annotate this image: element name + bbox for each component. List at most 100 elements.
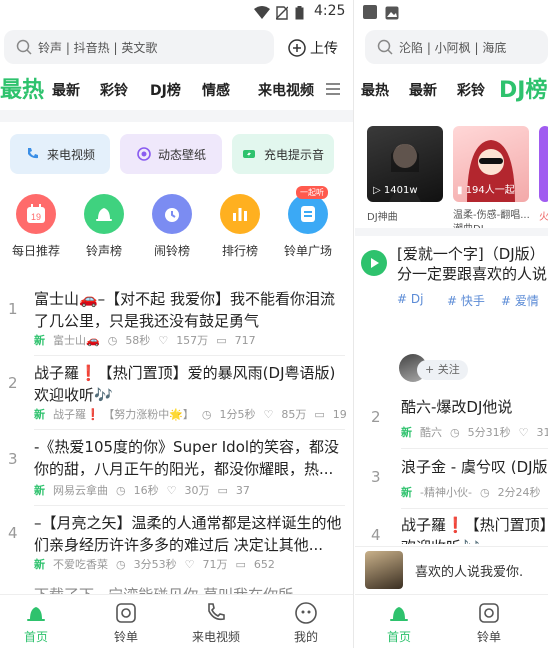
dj-chart-screen: 沦陷 | 小阿枫 | 海底 最热 最新 彩铃 DJ榜 ▷ 1401w DJ神曲 … <box>355 0 548 648</box>
song-title: 浪子金 - 虞兮叹 (DJ版 <box>401 458 548 476</box>
song-author: 战子羅❗ 【努力涨粉中🌟】 <box>53 408 194 421</box>
playlist-cover[interactable]: ▮ 194人一起 <box>453 126 529 202</box>
search-icon <box>377 39 393 55</box>
nav-playlist[interactable]: 铃单 <box>459 601 519 645</box>
alarm-clock-icon <box>165 208 179 222</box>
song-row[interactable]: 1 富士山🚗–【对不起 我爱你】我不能看你泪流了几公里，只是我还没有鼓足勇气 新… <box>0 288 353 354</box>
nav-profile[interactable]: 我的 <box>276 601 336 645</box>
category-daily[interactable]: 19 每日推荐 <box>6 194 66 259</box>
thumb-up-icon: ♡ <box>518 425 529 439</box>
clock-icon: ◷ <box>479 485 490 499</box>
quick-charging-sound[interactable]: 充电提示音 <box>232 134 334 174</box>
song-meta: 新 网易云拿曲 ◷ 16秒 ♡ 30万 ▭ 37 <box>34 482 250 498</box>
hashtag[interactable]: # Dj <box>397 292 423 306</box>
song-row[interactable]: 3 -《热爱105度的你》Super Idol的笑容，都没你的甜，八月正午的阳光… <box>0 436 353 502</box>
comment-icon: ▭ <box>235 557 246 571</box>
play-count-value: 1401w <box>383 185 418 196</box>
song-title: 富士山🚗–【对不起 我爱你】我不能看你泪流了几公里，只是我还没有鼓足勇气 <box>34 290 335 330</box>
search-input[interactable]: 沦陷 | 小阿枫 | 海底 <box>365 30 548 64</box>
tab-new[interactable]: 最新 <box>409 80 437 100</box>
two-phone-screens: 4:25 铃声 | 抖音热 | 英文歌 上传 最热 最新 彩铃 DJ榜 情感 来… <box>0 0 548 648</box>
category-alarm-chart[interactable]: 闹铃榜 <box>142 194 202 259</box>
song-likes: 31万 <box>536 426 548 439</box>
upload-button[interactable]: 上传 <box>288 36 338 60</box>
quick-label: 来电视频 <box>46 147 95 162</box>
tab-ringback[interactable]: 彩铃 <box>100 80 128 100</box>
song-row[interactable]: 2 战子羅❗【热门置顶】爱的暴风雨(DJ粤语版)欢迎收听🎶 新 战子羅❗ 【努力… <box>0 362 353 428</box>
tab-hot[interactable]: 最热 <box>361 80 389 100</box>
hashtag[interactable]: # 爱情 <box>501 292 539 309</box>
song-comments: 652 <box>253 557 275 571</box>
now-playing-cover <box>365 551 403 589</box>
mini-player[interactable]: 喜欢的人说我爱你. <box>355 546 548 592</box>
featured-title[interactable]: [爱就一个字]（DJ版）分一定要跟喜欢的人说 <box>397 244 547 284</box>
category-badge: 一起听 <box>296 186 328 199</box>
thumb-up-icon: ♡ <box>166 483 177 497</box>
quick-label: 动态壁纸 <box>157 147 206 162</box>
section-divider <box>355 228 548 236</box>
song-author: 不爱吃香菜 <box>53 558 108 571</box>
song-duration: 1分5秒 <box>219 408 256 421</box>
comment-icon: ▭ <box>314 407 325 421</box>
song-meta: 新 酷六 ◷ 5分31秒 ♡ 31万 <box>401 424 548 440</box>
category-playlist-square[interactable]: 一起听 铃单广场 <box>278 186 338 259</box>
nav-label: 铃单 <box>113 630 138 644</box>
charging-icon <box>242 150 255 158</box>
category-ranking[interactable]: 排行榜 <box>210 194 270 259</box>
category-label: 每日推荐 <box>11 244 60 258</box>
song-rank: 3 <box>8 450 18 468</box>
search-placeholder: 铃声 | 抖音热 | 英文歌 <box>38 41 158 55</box>
new-tag: 新 <box>34 558 45 571</box>
battery-icon <box>295 5 309 20</box>
tab-dj[interactable]: DJ榜 <box>499 72 547 104</box>
follow-button[interactable]: + 关注 <box>417 360 468 380</box>
avatar-icon <box>295 602 317 624</box>
nav-label: 铃单 <box>476 630 501 644</box>
phone-icon <box>208 603 225 621</box>
cover-caption: 火 <box>539 212 548 223</box>
song-row[interactable]: 3 浪子金 - 虞兮叹 (DJ版 新 -精神小伙- ◷2分24秒 ♡1 <box>355 456 548 506</box>
plus-circle-icon <box>288 39 306 57</box>
row-divider <box>34 355 345 356</box>
nav-playlist[interactable]: 铃单 <box>96 601 156 645</box>
tab-dj[interactable]: DJ榜 <box>150 80 181 100</box>
nav-call-video[interactable]: 来电视频 <box>186 601 246 645</box>
listener-count-value: 194人一起 <box>465 185 515 196</box>
playlist-cover[interactable] <box>539 126 548 202</box>
play-button[interactable] <box>361 250 387 276</box>
tab-new[interactable]: 最新 <box>52 80 80 100</box>
category-ringtone-chart[interactable]: 铃声榜 <box>74 194 134 259</box>
row-divider <box>34 505 345 506</box>
playlist-icon <box>301 206 315 222</box>
song-row[interactable]: 2 酷六-爆改DJ他说 新 酷六 ◷ 5分31秒 ♡ 31万 <box>355 396 548 446</box>
tab-hot[interactable]: 最热 <box>0 72 44 104</box>
song-author: 富士山🚗 <box>53 334 100 347</box>
category-label: 排行榜 <box>221 244 258 258</box>
search-input[interactable]: 铃声 | 抖音热 | 英文歌 <box>4 30 274 64</box>
song-duration: 2分24秒 <box>497 486 541 499</box>
song-title: -《热爱105度的你》Super Idol的笑容，都没你的甜，八月正午的阳光，都… <box>34 438 340 478</box>
nav-home[interactable]: 首页 <box>369 601 429 645</box>
tab-call-video[interactable]: 来电视频 <box>258 80 314 100</box>
hashtag[interactable]: # 快手 <box>447 292 485 309</box>
playlist-box-icon <box>116 603 136 623</box>
song-comments: 717 <box>234 333 256 347</box>
clock-icon: ◷ <box>107 333 118 347</box>
menu-icon[interactable] <box>326 83 340 95</box>
wallpaper-icon <box>137 147 151 161</box>
nav-home[interactable]: 首页 <box>6 601 66 645</box>
clock: 4:25 <box>314 3 346 19</box>
song-row[interactable]: 4 –【月亮之矢】温柔的人通常都是这样诞生的他们亲身经历许许多多的难过后 决定让… <box>0 512 353 578</box>
song-comments: 19 <box>332 407 347 421</box>
tab-emotion[interactable]: 情感 <box>202 80 230 100</box>
new-tag: 新 <box>401 426 412 439</box>
nav-label: 首页 <box>23 630 48 644</box>
category-label: 闹铃榜 <box>153 244 190 258</box>
playlist-cover[interactable]: ▷ 1401w <box>367 126 443 202</box>
quick-call-video[interactable]: 来电视频 <box>10 134 110 174</box>
tab-ringback[interactable]: 彩铃 <box>457 80 485 100</box>
song-row[interactable]: 4 战子羅❗【热门置顶】欢迎收听🎶 <box>355 514 548 544</box>
quick-live-wallpaper[interactable]: 动态壁纸 <box>120 134 222 174</box>
comment-icon: ▭ <box>217 483 228 497</box>
song-title: 酷六-爆改DJ他说 <box>401 398 513 416</box>
